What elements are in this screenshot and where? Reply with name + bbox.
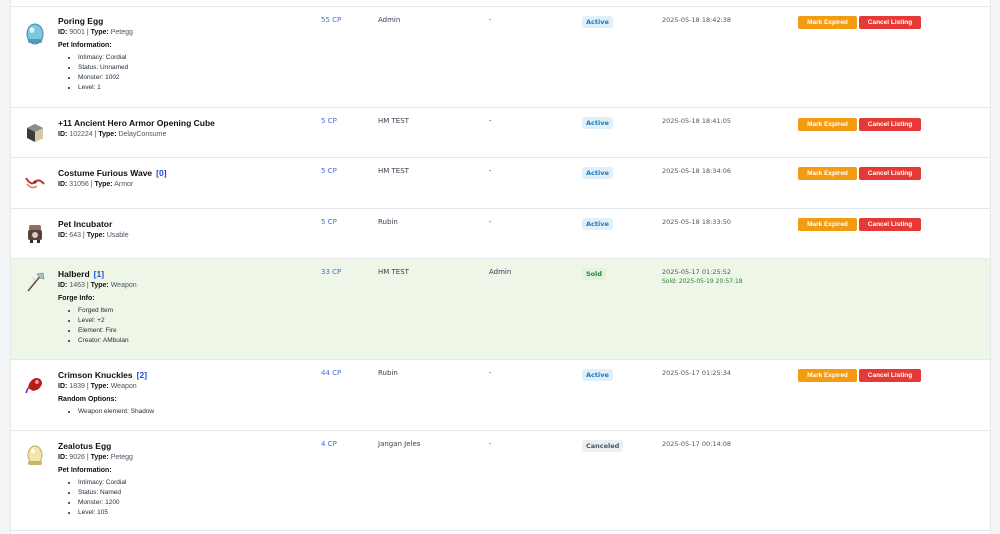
detail-list: Forged Item Level: +2 Element: Fire Crea… <box>58 306 308 346</box>
price: 33 CP <box>321 268 342 276</box>
buyer: Admin <box>489 268 512 276</box>
halberd-icon <box>27 272 45 292</box>
item-id: 1839 <box>69 383 85 390</box>
listed-date: 2025-05-18 18:34:06 <box>662 167 732 175</box>
detail-list: Intimacy: Cordial Status: Named Monster:… <box>58 478 308 518</box>
listed-date: 2025-05-18 18:41:05 <box>662 117 732 125</box>
listed-date: 2025-05-17 01:25:34 <box>662 369 732 377</box>
status-badge: Canceled <box>582 440 624 452</box>
slot-count: [1] <box>93 269 105 279</box>
seller: Rubin <box>378 218 398 226</box>
item-id: 31056 <box>69 181 89 188</box>
item-id: 102224 <box>69 131 93 138</box>
table-row: Halberd [1] ID: 1463 | Type: Weapon Forge… <box>11 259 990 360</box>
section-title: Pet Information: <box>58 467 112 474</box>
mark-expired-button[interactable]: Mark Expired <box>798 167 857 180</box>
status-badge: Active <box>582 117 613 129</box>
mark-expired-button[interactable]: Mark Expired <box>798 118 857 131</box>
detail-list: Intimacy: Cordial Status: Unnamed Monste… <box>58 53 308 93</box>
item-type: Petegg <box>110 29 133 36</box>
buyer: - <box>489 16 492 24</box>
seller: Admin <box>378 16 401 24</box>
status-badge: Active <box>582 369 613 381</box>
price: 44 CP <box>321 369 342 377</box>
section-title: Pet Information: <box>58 42 112 49</box>
item-type: Petegg <box>110 454 133 461</box>
item-type: DelayConsume <box>118 131 167 138</box>
zealotus-egg-icon <box>27 445 43 465</box>
table-row: Costume Furious Wave [0] ID: 31056 | Type… <box>11 158 990 209</box>
section-title: Forge Info: <box>58 295 95 302</box>
seller: Rubin <box>378 369 398 377</box>
buyer: - <box>489 440 492 448</box>
mark-expired-button[interactable]: Mark Expired <box>798 218 857 231</box>
mark-expired-button[interactable]: Mark Expired <box>798 16 857 29</box>
item-name: Crimson Knuckles [2] <box>58 370 148 380</box>
buyer: - <box>489 117 492 125</box>
table-row: Poring Egg ID: 9001 | Type: Petegg Pet I… <box>11 7 990 108</box>
section-title: Random Options: <box>58 396 117 403</box>
sold-date: Sold: 2025-05-19 20:57:18 <box>662 278 743 285</box>
wave-costume-icon <box>25 177 45 189</box>
table-row: Pet Incubator ID: 643 | Type: Usable 5 C… <box>11 209 990 259</box>
buyer: - <box>489 369 492 377</box>
table-header-edge <box>11 0 990 7</box>
status-badge: Active <box>582 16 613 28</box>
table-row: +11 Ancient Hero Armor Opening Cube ID: … <box>11 108 990 158</box>
knuckles-icon <box>25 378 42 394</box>
item-name: Zealotus Egg <box>58 441 112 451</box>
cancel-listing-button[interactable]: Cancel Listing <box>859 218 921 231</box>
buyer: - <box>489 218 492 226</box>
price: 5 CP <box>321 218 337 226</box>
price: 5 CP <box>321 167 337 175</box>
cancel-listing-button[interactable]: Cancel Listing <box>859 167 921 180</box>
cancel-listing-button[interactable]: Cancel Listing <box>859 369 921 382</box>
cube-box-icon <box>27 124 43 142</box>
status-badge: Active <box>582 218 613 230</box>
price: 55 CP <box>321 16 342 24</box>
price: 5 CP <box>321 117 337 125</box>
item-type: Armor <box>114 181 134 188</box>
item-id: 1463 <box>69 282 85 289</box>
table-row: Crimson Knuckles [2] ID: 1839 | Type: Wea… <box>11 360 990 431</box>
seller: HM TEST <box>378 268 409 276</box>
listings-table: Poring Egg ID: 9001 | Type: Petegg Pet I… <box>10 0 991 534</box>
item-type: Weapon <box>110 383 137 390</box>
item-name: Poring Egg <box>58 16 104 26</box>
seller: HM TEST <box>378 167 409 175</box>
item-type: Usable <box>106 232 129 239</box>
item-type: Weapon <box>110 282 137 289</box>
listed-date: 2025-05-18 18:42:38 <box>662 16 732 24</box>
cancel-listing-button[interactable]: Cancel Listing <box>859 118 921 131</box>
item-name: Halberd [1] <box>58 269 105 279</box>
listed-date: 2025-05-17 00:14:08 <box>662 440 732 448</box>
item-id: 643 <box>69 232 81 239</box>
slot-count: [2] <box>136 370 148 380</box>
poring-egg-icon <box>26 23 44 45</box>
item-name: +11 Ancient Hero Armor Opening Cube <box>58 118 215 128</box>
item-id: 9026 <box>69 454 85 461</box>
listed-date: 2025-05-18 18:33:50 <box>662 218 732 226</box>
status-badge: Active <box>582 167 613 179</box>
table-row: Zealotus Egg ID: 9026 | Type: Petegg Pet… <box>11 431 990 531</box>
incubator-icon <box>28 225 42 243</box>
seller: HM TEST <box>378 117 409 125</box>
item-name: Pet Incubator <box>58 219 113 229</box>
item-id: 9001 <box>69 29 85 36</box>
listed-date: 2025-05-17 01:25:52 Sold: 2025-05-19 20:… <box>662 268 743 285</box>
mark-expired-button[interactable]: Mark Expired <box>798 369 857 382</box>
detail-list: Weapon element: Shadow <box>58 407 308 417</box>
buyer: - <box>489 167 492 175</box>
price: 4 CP <box>321 440 337 448</box>
status-badge: Sold <box>582 268 607 280</box>
seller: Jangan Jeles <box>378 440 421 448</box>
slot-count: [0] <box>156 168 167 178</box>
item-name: Costume Furious Wave [0] <box>58 168 167 178</box>
cancel-listing-button[interactable]: Cancel Listing <box>859 16 921 29</box>
